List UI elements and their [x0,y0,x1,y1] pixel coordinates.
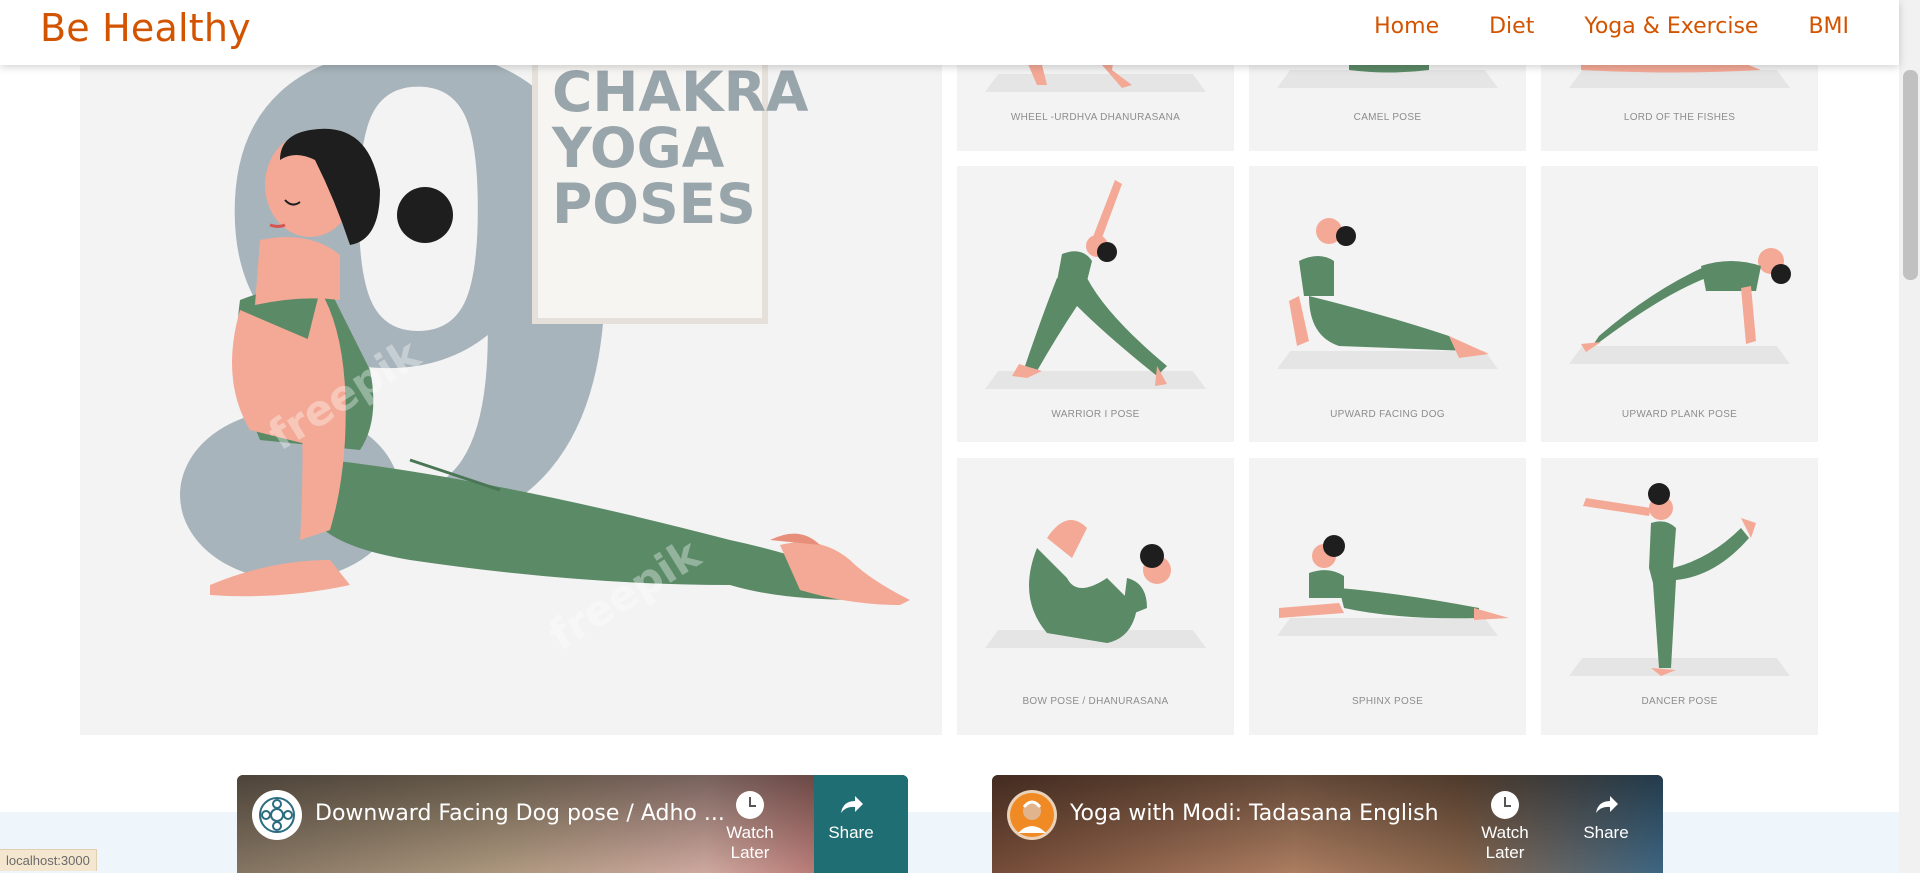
watch-later-button[interactable]: Watch Later [1460,791,1550,863]
share-button[interactable]: Share [1561,791,1651,843]
pose-label: UPWARD FACING DOG [1330,409,1445,420]
share-label: Share [828,823,874,842]
pose-label: SPHINX POSE [1351,696,1424,707]
status-url-tooltip: localhost:3000 [0,849,97,871]
watch-later-label: Watch Later [1481,823,1529,862]
pose-label: WARRIOR I POSE [1051,409,1140,420]
navbar: Be Healthy Home Diet Yoga & Exercise BMI [0,0,1899,65]
clock-icon [1491,791,1519,819]
yoga-poses-image: 9 CHAKRA YOGA POSES freepik freepik WHEE… [80,40,1820,735]
bow-pose-figure [1029,520,1171,643]
share-icon [1592,791,1620,819]
video-title[interactable]: Downward Facing Dog pose / Adho ... [315,801,725,826]
pose-card: DANCER POSE [1541,458,1818,735]
scrollbar-thumb[interactable] [1903,70,1918,280]
poses-grid: WHEEL -URDHVA DHANURASANA CAMEL POSE LOR… [957,40,1820,735]
pose-label: CAMEL POSE [1353,112,1422,123]
channel-logo-icon[interactable] [252,790,302,840]
nav-links: Home Diet Yoga & Exercise BMI [1324,14,1849,39]
video-embed[interactable]: Downward Facing Dog pose / Adho ... Watc… [237,775,908,873]
nav-link-home[interactable]: Home [1374,14,1439,39]
page-scrollbar[interactable] [1899,0,1920,873]
pose-label: BOW POSE / DHANURASANA [1022,696,1169,707]
pose-card: WARRIOR I POSE [957,166,1234,442]
nav-link-diet[interactable]: Diet [1489,14,1534,39]
channel-avatar[interactable] [1007,790,1057,840]
share-button[interactable]: Share [806,791,896,843]
share-label: Share [1583,823,1629,842]
nav-link-yoga-exercise[interactable]: Yoga & Exercise [1584,14,1758,39]
dancer-pose-figure [1583,483,1756,676]
pose-card: BOW POSE / DHANURASANA [957,458,1234,735]
clock-icon [736,791,764,819]
pose-label: DANCER POSE [1641,696,1718,707]
pose-card: UPWARD PLANK POSE [1541,166,1818,442]
cobra-pose-figure [180,128,910,605]
main-pose-panel: 9 CHAKRA YOGA POSES freepik freepik [80,40,942,735]
pose-label: LORD OF THE FISHES [1623,112,1736,123]
brand-logo[interactable]: Be Healthy [40,6,251,50]
video-embed[interactable]: Yoga with Modi: Tadasana English Watch L… [992,775,1663,873]
pose-label: WHEEL -URDHVA DHANURASANA [1010,112,1181,123]
watch-later-label: Watch Later [726,823,774,862]
share-icon [837,791,865,819]
pose-card: UPWARD FACING DOG [1249,166,1526,442]
pose-card: SPHINX POSE [1249,458,1526,735]
nav-link-bmi[interactable]: BMI [1808,14,1849,39]
upward-dog-figure [1289,218,1489,358]
sphinx-pose-figure [1279,535,1509,620]
watch-later-button[interactable]: Watch Later [705,791,795,863]
video-title[interactable]: Yoga with Modi: Tadasana English [1070,801,1439,826]
upward-plank-figure [1581,248,1791,352]
warrior-pose-figure [1012,180,1167,386]
pose-label: UPWARD PLANK POSE [1621,409,1738,420]
